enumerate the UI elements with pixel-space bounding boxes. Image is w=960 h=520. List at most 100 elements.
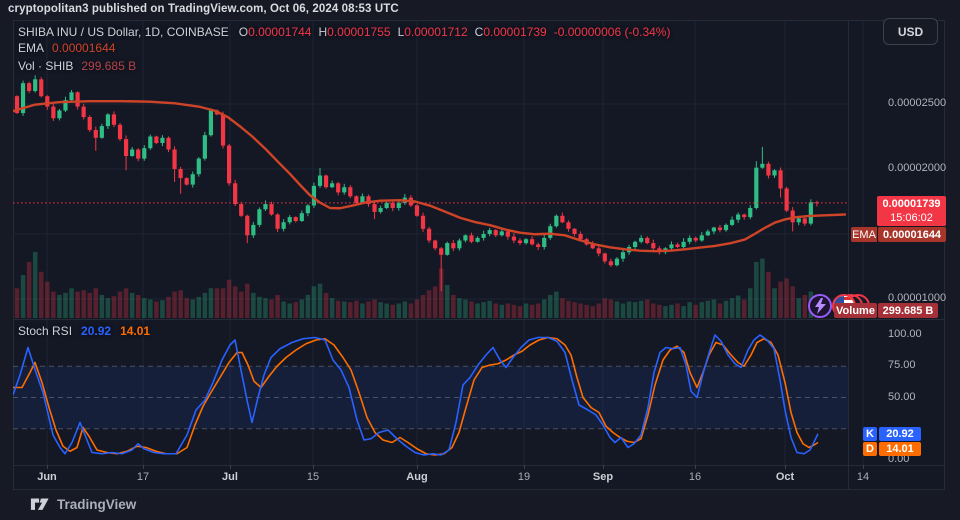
candle — [608, 261, 613, 266]
volume-bar — [766, 271, 771, 318]
candle — [27, 83, 32, 91]
volume-bar — [693, 304, 698, 318]
candle — [190, 174, 195, 185]
stoch-rsi-title: Stoch RSI — [18, 324, 73, 338]
candle — [645, 237, 650, 244]
time-axis-separator — [13, 465, 945, 466]
symbol-legend: SHIBA INU / US Dollar, 1D, COINBASE O0.00… — [18, 23, 670, 41]
candle — [548, 226, 553, 238]
candle — [699, 235, 704, 241]
candle — [305, 205, 310, 214]
candle — [330, 183, 335, 188]
volume-bar — [560, 298, 565, 318]
candle — [39, 79, 44, 97]
volume-bar — [396, 303, 402, 318]
currency-toggle-button[interactable]: USD — [883, 18, 938, 45]
volume-bar — [190, 299, 195, 318]
volume-bar — [408, 303, 414, 318]
volume-bar — [572, 302, 577, 318]
chart-plot-area[interactable] — [13, 20, 945, 490]
candle — [778, 170, 783, 189]
candle — [445, 243, 450, 255]
candle — [130, 149, 135, 156]
candle — [93, 130, 98, 138]
time-tick — [230, 465, 231, 469]
candle — [57, 110, 62, 119]
volume-bar — [269, 299, 274, 318]
volume-bar — [148, 299, 153, 318]
candle — [239, 204, 244, 216]
volume-bar — [663, 306, 668, 318]
candle — [463, 235, 468, 241]
candle — [796, 218, 801, 223]
stoch-k-axis-tag: K — [863, 427, 877, 441]
volume-bar — [299, 299, 305, 318]
volume-bar — [699, 302, 705, 318]
candle — [69, 92, 74, 101]
volume-bar — [493, 303, 498, 318]
candle — [251, 224, 256, 236]
candle — [166, 137, 171, 150]
stoch-axis-label: 50.00 — [888, 390, 916, 403]
volume-bar — [760, 258, 765, 318]
stoch-d-axis-value: 14.01 — [879, 442, 921, 456]
change-value: -0.00000006 (-0.34%) — [553, 25, 671, 39]
candle — [390, 202, 395, 208]
candle — [87, 117, 92, 130]
candle — [742, 214, 747, 218]
volume-bar — [232, 286, 238, 318]
candle — [766, 163, 771, 176]
volume-bar — [123, 288, 129, 318]
flash-icon[interactable] — [808, 294, 832, 318]
volume-bar — [51, 291, 56, 318]
volume-bar — [481, 302, 486, 318]
volume-bar — [626, 301, 632, 318]
candle — [693, 237, 698, 241]
current-price-badge: 0.00001739 15:06:02 — [877, 196, 946, 226]
candle — [481, 234, 486, 238]
time-tick — [863, 465, 864, 469]
volume-bar — [287, 303, 292, 318]
candle — [602, 253, 607, 262]
candle — [354, 196, 359, 203]
volume-bar — [208, 288, 214, 318]
volume-bar — [226, 279, 232, 318]
volume-bar — [329, 298, 335, 318]
volume-bar — [45, 281, 50, 318]
candle — [675, 244, 680, 247]
volume-bar — [681, 306, 686, 318]
close-value: 0.00001739 — [483, 25, 547, 39]
candle — [105, 114, 110, 127]
volume-bar — [638, 300, 644, 318]
candle — [384, 202, 389, 208]
time-axis-label: 17 — [136, 471, 150, 483]
time-axis-label: 14 — [856, 471, 870, 483]
candle — [160, 137, 165, 143]
volume-bar — [614, 301, 620, 318]
volume-bar — [741, 299, 747, 318]
ema-axis-value: 0.00001644 — [878, 227, 946, 242]
volume-bar — [354, 300, 359, 318]
volume-legend: Vol · SHIB 299.685 B — [18, 59, 136, 73]
volume-bar — [184, 298, 189, 318]
candle — [736, 214, 741, 220]
volume-bar — [87, 292, 92, 318]
candle — [293, 217, 298, 221]
candle — [245, 215, 250, 236]
candle — [802, 218, 807, 224]
time-axis-label: 19 — [517, 471, 531, 483]
volume-bar — [487, 300, 492, 318]
volume-bar — [220, 288, 226, 318]
volume-bar — [93, 288, 99, 318]
tradingview-attribution[interactable]: TradingView — [30, 494, 136, 514]
time-tick — [417, 465, 418, 469]
candle — [523, 239, 529, 244]
volume-bar — [20, 275, 26, 318]
volume-bar — [735, 295, 741, 318]
ema-legend: EMA 0.00001644 — [18, 41, 115, 55]
candle — [257, 209, 262, 225]
volume-bar — [251, 292, 256, 318]
volume-bar — [172, 291, 177, 318]
volume-bar — [578, 303, 583, 318]
volume-bar — [632, 302, 638, 318]
